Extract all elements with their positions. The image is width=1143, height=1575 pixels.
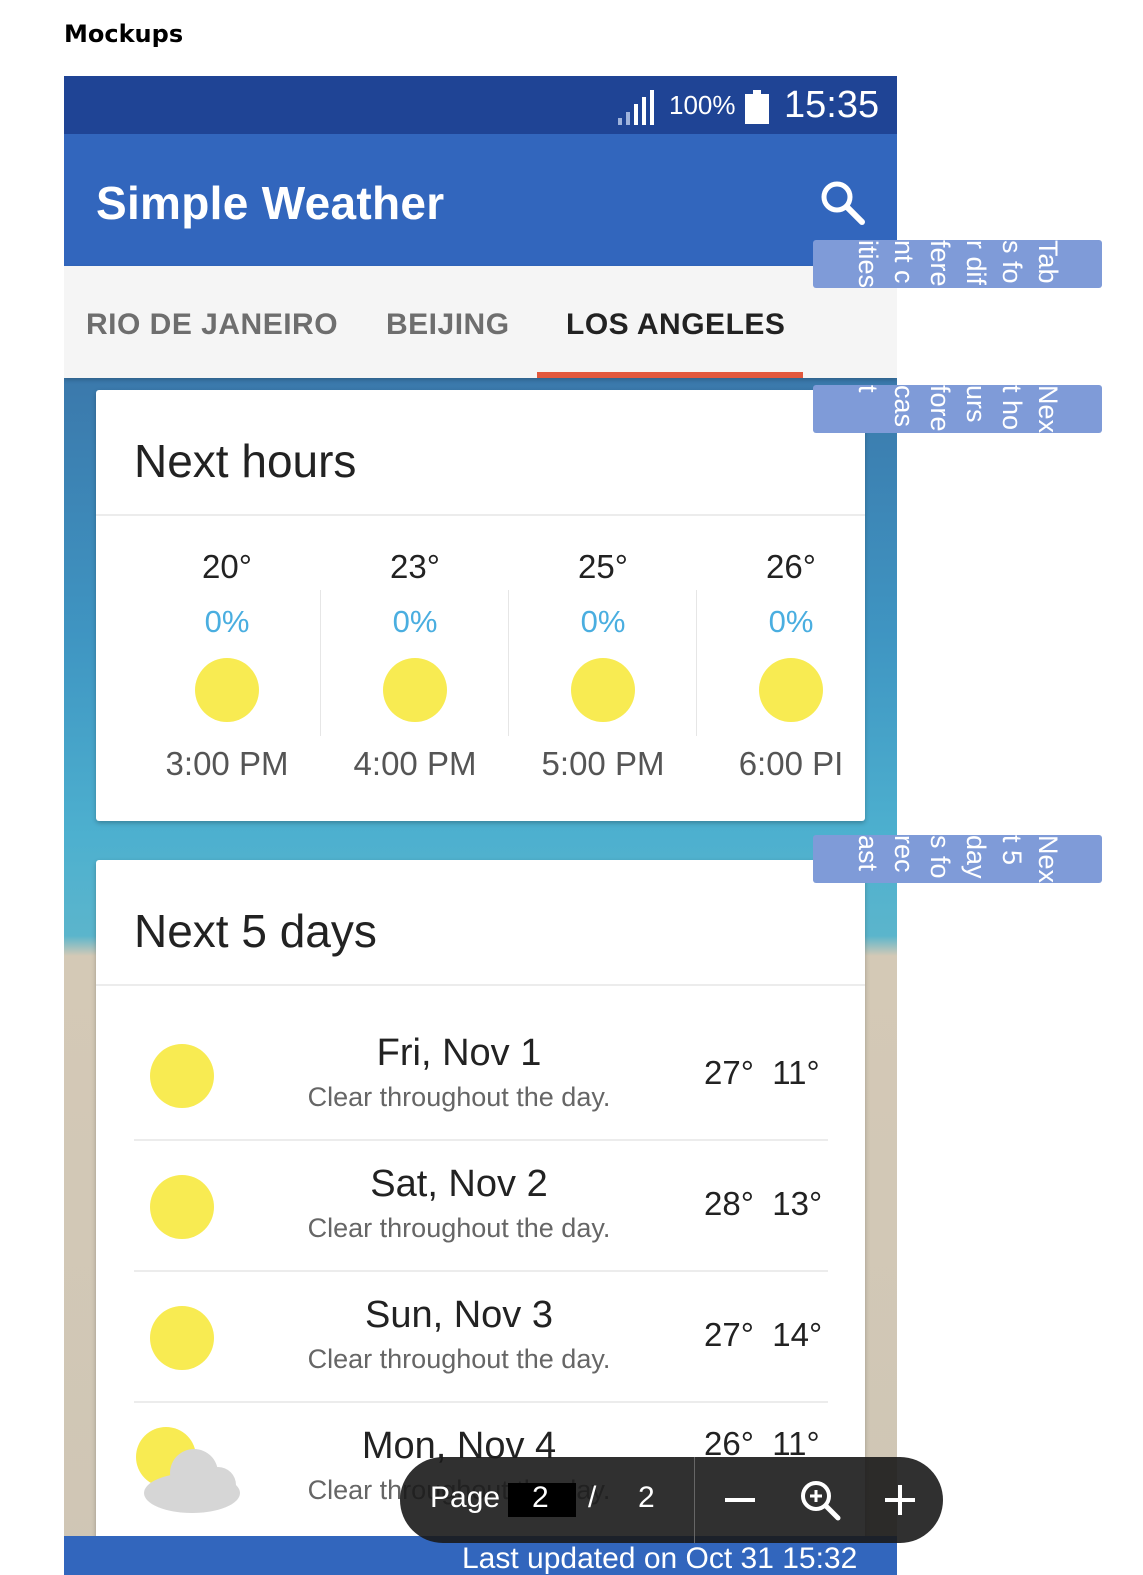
- sun-icon: [759, 658, 823, 722]
- annotation-text: Next hours forecast: [852, 385, 1063, 433]
- sun-icon: [383, 658, 447, 722]
- hour-temperature: 23°: [390, 548, 440, 585]
- zoom-out-icon[interactable]: [715, 1475, 765, 1525]
- hour-time: 6:00 PI: [738, 745, 844, 782]
- hour-precipitation: 0%: [580, 604, 626, 639]
- day-date: Fri, Nov 1: [376, 1032, 542, 1074]
- app-title: Simple Weather: [96, 177, 445, 229]
- hour-forecast-item: 25° 0% 5:00 PM: [509, 540, 697, 800]
- hour-temperature: 26°: [766, 548, 816, 585]
- total-pages: 2: [638, 1481, 655, 1514]
- day-date: Sun, Nov 3: [365, 1294, 553, 1336]
- day-low-temp: 13°: [772, 1185, 823, 1222]
- tab-los-angeles[interactable]: LOS ANGELES: [566, 308, 785, 342]
- document-heading: Mockups: [64, 20, 184, 48]
- phone-mockup: 100% 15:35 Simple Weather RIO DE JANEIRO…: [64, 76, 897, 1575]
- card-divider: [96, 984, 865, 986]
- search-icon[interactable]: [818, 178, 866, 226]
- day-forecast-row: Sat, Nov 2 Clear throughout the day. 28°…: [134, 1141, 828, 1272]
- hour-forecast-item: 20° 0% 3:00 PM: [133, 540, 321, 800]
- sun-icon: [150, 1044, 214, 1108]
- day-date: Sat, Nov 2: [370, 1163, 548, 1205]
- annotation-text: Tabs for different cities: [852, 240, 1063, 288]
- tab-rio-de-janeiro[interactable]: RIO DE JANEIRO: [86, 308, 338, 342]
- active-tab-indicator: [537, 372, 803, 378]
- day-high-temp: 27°: [704, 1316, 754, 1353]
- next-days-title: Next 5 days: [134, 905, 377, 957]
- partly-cloudy-icon: [136, 1427, 240, 1513]
- day-description: Clear throughout the day.: [307, 1082, 611, 1112]
- zoom-icon[interactable]: [795, 1475, 845, 1525]
- sun-icon: [150, 1175, 214, 1239]
- day-high-temp: 27°: [704, 1054, 754, 1091]
- day-high-temp: 28°: [704, 1185, 754, 1222]
- hour-forecast-item: 23° 0% 4:00 PM: [321, 540, 509, 800]
- last-updated-text: Last updated on Oct 31 15:32: [462, 1542, 858, 1575]
- battery-icon: [745, 90, 769, 124]
- day-temperatures: 27° 14°: [704, 1316, 822, 1354]
- signal-icon: [618, 90, 654, 125]
- battery-percentage: 100%: [669, 90, 736, 120]
- next-hours-card: Next hours 20° 0% 3:00 PM 23° 0% 4:00 PM…: [96, 390, 865, 821]
- hour-time: 4:00 PM: [353, 745, 477, 782]
- hour-precipitation: 0%: [392, 604, 438, 639]
- day-description: Clear throughout the day.: [307, 1213, 611, 1243]
- page-label: Page: [430, 1481, 501, 1514]
- annotation-text: Next 5 days forecast: [852, 835, 1063, 883]
- annotation-tabs-callout: Tabs for different cities: [813, 240, 1102, 288]
- hour-time: 3:00 PM: [165, 745, 289, 782]
- app-bar: Simple Weather: [64, 134, 897, 266]
- status-clock: 15:35: [784, 84, 880, 126]
- card-divider: [96, 514, 865, 516]
- next-days-card: Next 5 days Fri, Nov 1 Clear throughout …: [96, 860, 865, 1560]
- sun-icon: [571, 658, 635, 722]
- day-low-temp: 11°: [772, 1054, 820, 1091]
- hour-temperature: 25°: [578, 548, 628, 585]
- hour-forecast-item: 26° 0% 6:00 PI: [697, 540, 865, 800]
- sun-icon: [195, 658, 259, 722]
- tab-beijing[interactable]: BEIJING: [386, 308, 510, 342]
- day-temperatures: 28° 13°: [704, 1185, 822, 1223]
- day-description: Clear throughout the day.: [307, 1344, 611, 1374]
- day-temperatures: 27° 11°: [704, 1054, 820, 1092]
- page-navigator: Page 2 / 2: [400, 1457, 943, 1543]
- hour-precipitation: 0%: [204, 604, 250, 639]
- pager-divider: [694, 1457, 695, 1543]
- zoom-in-icon[interactable]: [875, 1475, 925, 1525]
- annotation-next-hours-callout: Next hours forecast: [813, 385, 1102, 433]
- status-bar: 100% 15:35: [64, 76, 897, 134]
- day-forecast-row: Fri, Nov 1 Clear throughout the day. 27°…: [134, 1010, 828, 1141]
- next-hours-title: Next hours: [134, 435, 357, 487]
- hour-time: 5:00 PM: [541, 745, 665, 782]
- sun-icon: [150, 1306, 214, 1370]
- hour-precipitation: 0%: [768, 604, 814, 639]
- city-tabs: RIO DE JANEIRO BEIJING LOS ANGELES: [64, 266, 897, 378]
- day-forecast-row: Sun, Nov 3 Clear throughout the day. 27°…: [134, 1272, 828, 1403]
- hour-temperature: 20°: [202, 548, 252, 585]
- day-low-temp: 14°: [772, 1316, 823, 1353]
- page-separator: /: [588, 1481, 597, 1514]
- annotation-next-days-callout: Next 5 days forecast: [813, 835, 1102, 883]
- current-page: 2: [532, 1481, 549, 1514]
